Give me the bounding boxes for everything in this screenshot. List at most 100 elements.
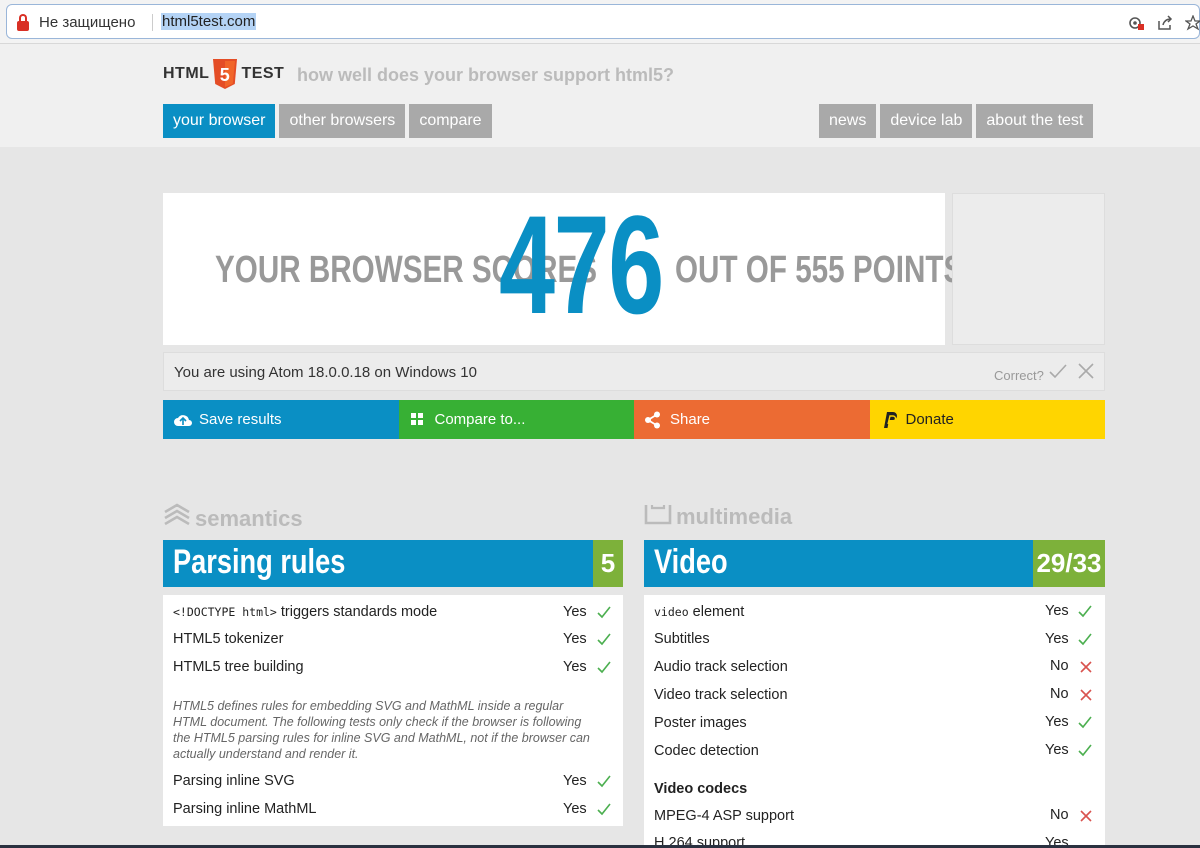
extension-icon[interactable] [1127,15,1145,31]
url-text[interactable]: html5test.com [161,13,257,30]
paypal-icon [880,411,898,429]
semantics-icon [163,502,191,536]
reject-cross-icon[interactable] [1076,361,1096,387]
inline-svg-result: Yes [563,773,587,789]
video-panel: video element Yes Subtitles Yes Audio tr… [644,595,1105,848]
video-element-result: Yes [1045,603,1069,619]
secondary-nav: news device lab about the test [819,104,1094,138]
bookmark-icon[interactable] [1184,14,1200,31]
parsing-rules-header: Parsing rules 5 [163,540,623,587]
donate-button[interactable]: Donate [869,400,1105,439]
logo-text-right: TEST [241,65,285,82]
multimedia-icon [644,502,672,532]
codec-detection-result: Yes [1045,742,1069,758]
confirm-check-icon[interactable] [1048,361,1068,387]
parsing-note: HTML5 defines rules for embedding SVG an… [173,699,590,761]
correct-prompt: Correct? [994,368,1044,383]
site-tagline: how well does your browser support html5… [297,65,675,85]
semantics-section-title: semantics [163,502,303,536]
score-suffix: OUT OF 555 POINTS [675,249,964,291]
save-results-button[interactable]: Save results [163,400,399,439]
share-label: Share [670,411,711,428]
test-row-tree-building: HTML5 tree building [173,659,304,675]
site-logo[interactable]: HTML 5 TEST [163,59,284,89]
inline-mathml-result: Yes [563,801,587,817]
score-side-panel [952,193,1105,345]
address-bar[interactable]: Не защищено html5test.com [6,4,1200,39]
logo-text-left: HTML [163,65,210,82]
tab-device-lab[interactable]: device lab [880,104,973,138]
video-codecs-heading: Video codecs [654,781,748,797]
test-row-subtitles: Subtitles [654,631,710,647]
multimedia-section-label: multimedia [676,504,793,529]
parsing-rules-panel: <!DOCTYPE html> triggers standards mode … [163,595,623,826]
tab-news[interactable]: news [819,104,877,138]
test-row-codec-detection: Codec detection [654,743,759,759]
browser-toolbar: Не защищено html5test.com [0,0,1200,44]
score-points: 476 [499,186,664,343]
action-bar: Save results Compare to... Share Donate [163,400,1105,439]
test-row-inline-mathml: Parsing inline MathML [173,801,317,817]
doctype-code: <!DOCTYPE html> [173,605,277,619]
test-row-tokenizer: HTML5 tokenizer [173,631,284,647]
lock-icon[interactable] [17,14,29,31]
doctype-label: triggers standards mode [276,604,438,620]
tab-other-browsers[interactable]: other browsers [279,104,406,138]
test-row-inline-svg: Parsing inline SVG [173,773,295,789]
compare-to-label: Compare to... [434,411,526,428]
parsing-rules-title: Parsing rules [173,543,346,581]
fail-cross-icon [1079,809,1093,823]
pass-check-icon [597,605,611,619]
video-element-label: element [688,604,745,620]
pass-check-icon [597,774,611,788]
browser-detection-text: You are using Atom 18.0.0.18 on Windows … [174,364,477,381]
donate-label: Donate [905,411,954,428]
tree-building-result: Yes [563,659,587,675]
video-score: 29/33 [1033,540,1105,587]
grid-icon [409,411,427,429]
pass-check-icon [597,660,611,674]
video-code: video [654,605,689,619]
share-page-icon[interactable] [1156,15,1174,31]
pass-check-icon [1078,604,1092,618]
fail-cross-icon [1079,688,1093,702]
tab-about-the-test[interactable]: about the test [976,104,1094,138]
score-panel: YOUR BROWSER SCORES 476 OUT OF 555 POINT… [163,186,963,345]
tokenizer-result: Yes [563,631,587,647]
compare-to-button[interactable]: Compare to... [398,400,634,439]
pass-check-icon [1078,715,1092,729]
semantics-section-label: semantics [195,506,303,531]
test-row-video-element: video element [654,604,744,620]
pass-check-icon [597,802,611,816]
html5-shield-icon: 5 [212,59,238,89]
video-track-result: No [1050,686,1069,702]
pass-check-icon [597,632,611,646]
test-row-video-track: Video track selection [654,687,788,703]
pass-check-icon [1078,743,1092,757]
doctype-result: Yes [563,604,587,620]
parsing-rules-score: 5 [593,540,623,587]
mpeg4-asp-result: No [1050,807,1069,823]
test-row-audio-track: Audio track selection [654,659,788,675]
pass-check-icon [1078,632,1092,646]
address-separator [152,14,153,31]
primary-nav: your browser other browsers compare [163,104,492,138]
share-icon [644,411,662,429]
share-button[interactable]: Share [634,400,870,439]
subtitles-result: Yes [1045,631,1069,647]
multimedia-section-title: multimedia [644,502,792,532]
tab-compare[interactable]: compare [409,104,492,138]
test-row-poster-images: Poster images [654,715,747,731]
tab-your-browser[interactable]: your browser [163,104,276,138]
poster-images-result: Yes [1045,714,1069,730]
test-row-doctype: <!DOCTYPE html> triggers standards mode [173,604,437,620]
security-label[interactable]: Не защищено [39,14,135,31]
site-header: HTML 5 TEST how well does your browser s… [0,44,1200,147]
test-row-mpeg4-asp: MPEG-4 ASP support [654,808,794,824]
browser-detection-bar: You are using Atom 18.0.0.18 on Windows … [163,352,1105,391]
svg-text:5: 5 [220,65,231,85]
video-title: Video [654,543,728,581]
video-header: Video 29/33 [644,540,1105,587]
save-results-label: Save results [199,411,282,428]
fail-cross-icon [1079,660,1093,674]
